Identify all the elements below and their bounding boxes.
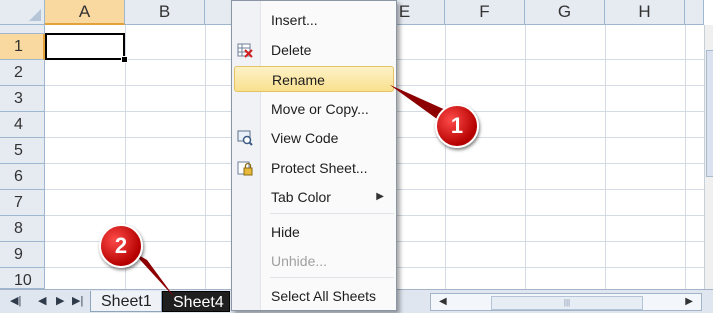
last-sheet-icon[interactable]: ▶| — [72, 294, 83, 307]
row-header-4[interactable]: 4 — [0, 112, 45, 138]
vertical-scroll-thumb[interactable] — [706, 50, 713, 177]
row-header-8[interactable]: 8 — [0, 216, 45, 242]
row-header-10[interactable]: 10 — [0, 268, 45, 289]
column-header-g[interactable]: G — [525, 0, 605, 25]
column-header-f[interactable]: F — [445, 0, 525, 25]
menu-item-label: Move or Copy... — [271, 101, 369, 117]
menu-item-label: Tab Color — [271, 189, 331, 205]
menu-item-label: Insert... — [271, 12, 318, 28]
column-header-partial[interactable] — [685, 0, 704, 25]
menu-item-label: Unhide... — [271, 253, 328, 269]
menu-item-select-all-sheets[interactable]: Select All Sheets — [234, 283, 394, 309]
callout-badge-1: 1 — [435, 104, 479, 148]
column-header-a[interactable]: A — [45, 0, 125, 25]
sheet-context-menu: Insert... Delete Rename Move or Copy... … — [231, 0, 397, 311]
column-header-h[interactable]: H — [605, 0, 685, 25]
horizontal-scroll-thumb[interactable]: ||| — [491, 296, 643, 310]
menu-item-label: Select All Sheets — [271, 288, 377, 304]
row-header-1[interactable]: 1 — [0, 34, 45, 60]
row-header-3[interactable]: 3 — [0, 86, 45, 112]
menu-item-hide[interactable]: Hide — [234, 219, 394, 245]
gridline — [605, 25, 606, 289]
vertical-scrollbar[interactable] — [704, 25, 713, 289]
column-header-b[interactable]: B — [125, 0, 205, 25]
row-header-9[interactable]: 9 — [0, 242, 45, 268]
gridline — [685, 25, 686, 289]
row-header-spacer — [0, 25, 45, 34]
horizontal-scrollbar[interactable]: ◀ ||| ▶ — [430, 293, 702, 311]
menu-separator — [270, 213, 394, 214]
scroll-left-icon[interactable]: ◀ — [439, 296, 447, 307]
menu-item-tab-color[interactable]: Tab Color ▶ — [234, 184, 394, 210]
delete-sheet-icon — [237, 43, 253, 58]
next-sheet-icon[interactable]: ▶ — [56, 294, 64, 307]
first-sheet-icon[interactable]: ◀| — [10, 294, 21, 307]
view-code-icon — [237, 130, 253, 146]
gridline — [205, 25, 206, 289]
select-all-corner[interactable] — [0, 0, 45, 25]
menu-item-label: Protect Sheet... — [271, 160, 368, 176]
row-header-5[interactable]: 5 — [0, 138, 45, 164]
select-all-triangle-icon — [29, 9, 41, 21]
menu-item-delete[interactable]: Delete — [234, 37, 394, 63]
menu-item-label: Delete — [271, 42, 312, 58]
menu-item-unhide: Unhide... — [234, 248, 394, 274]
active-cell-a1[interactable] — [45, 33, 125, 60]
fill-handle[interactable] — [121, 56, 128, 63]
menu-item-insert[interactable]: Insert... — [234, 7, 394, 33]
callout-badge-2: 2 — [99, 224, 143, 268]
row-header-6[interactable]: 6 — [0, 164, 45, 190]
gridline — [445, 25, 446, 289]
menu-item-label: Rename — [272, 72, 325, 88]
menu-item-protect-sheet[interactable]: Protect Sheet... — [234, 155, 394, 181]
submenu-arrow-icon: ▶ — [376, 191, 384, 202]
row-header-7[interactable]: 7 — [0, 190, 45, 216]
row-header-2[interactable]: 2 — [0, 60, 45, 86]
prev-sheet-icon[interactable]: ◀ — [38, 294, 46, 307]
gridline — [525, 25, 526, 289]
menu-item-label: View Code — [271, 130, 339, 146]
menu-separator — [270, 277, 394, 278]
menu-item-label: Hide — [271, 224, 300, 240]
protect-sheet-icon — [237, 161, 253, 176]
scroll-right-icon[interactable]: ▶ — [685, 296, 693, 307]
